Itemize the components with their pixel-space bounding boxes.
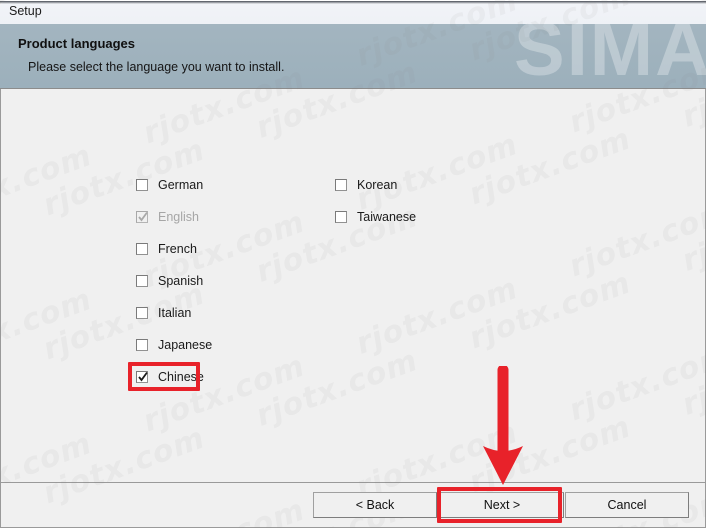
checkbox-korean[interactable] <box>335 179 347 191</box>
checkbox-japanese[interactable] <box>136 339 148 351</box>
language-option-taiwanese[interactable]: Taiwanese <box>335 207 416 227</box>
language-option-french[interactable]: French <box>136 239 197 259</box>
checkbox-spanish[interactable] <box>136 275 148 287</box>
back-button[interactable]: < Back <box>313 492 437 518</box>
language-label-spanish: Spanish <box>158 274 204 288</box>
page-title: Product languages <box>18 36 136 51</box>
window-title: Setup <box>9 4 42 18</box>
title-bar: Setup <box>0 0 706 24</box>
next-button[interactable]: Next > <box>440 492 564 518</box>
language-label-taiwanese: Taiwanese <box>357 210 417 224</box>
language-option-japanese[interactable]: Japanese <box>136 335 212 355</box>
language-option-italian[interactable]: Italian <box>136 303 191 323</box>
setup-window: Setup SIMA Product languages Please sele… <box>0 0 706 528</box>
checkbox-italian[interactable] <box>136 307 148 319</box>
language-label-french: French <box>158 242 197 256</box>
content-panel: German English French Spanish Italian Japanes… <box>0 89 706 482</box>
checkbox-chinese[interactable] <box>136 371 148 383</box>
language-option-korean[interactable]: Korean <box>335 175 397 195</box>
language-option-german[interactable]: German <box>136 175 203 195</box>
brand-watermark: SIMA <box>514 24 706 88</box>
language-label-japanese: Japanese <box>158 338 213 352</box>
language-option-english[interactable]: English <box>136 207 199 227</box>
wizard-banner: SIMA Product languages Please select the… <box>0 24 706 88</box>
checkmark-icon <box>138 371 148 382</box>
checkbox-taiwanese[interactable] <box>335 211 347 223</box>
language-option-spanish[interactable]: Spanish <box>136 271 203 291</box>
checkmark-icon <box>138 211 148 222</box>
title-bar-shadow <box>0 1 706 4</box>
language-label-korean: Korean <box>357 178 398 192</box>
checkbox-english[interactable] <box>136 211 148 223</box>
language-label-english: English <box>158 210 199 224</box>
checkbox-french[interactable] <box>136 243 148 255</box>
checkbox-german[interactable] <box>136 179 148 191</box>
language-label-chinese: Chinese <box>158 370 204 384</box>
language-option-chinese[interactable]: Chinese <box>136 367 204 387</box>
language-label-german: German <box>158 178 204 192</box>
language-label-italian: Italian <box>158 306 192 320</box>
page-subtitle: Please select the language you want to i… <box>28 60 285 74</box>
cancel-button[interactable]: Cancel <box>565 492 689 518</box>
